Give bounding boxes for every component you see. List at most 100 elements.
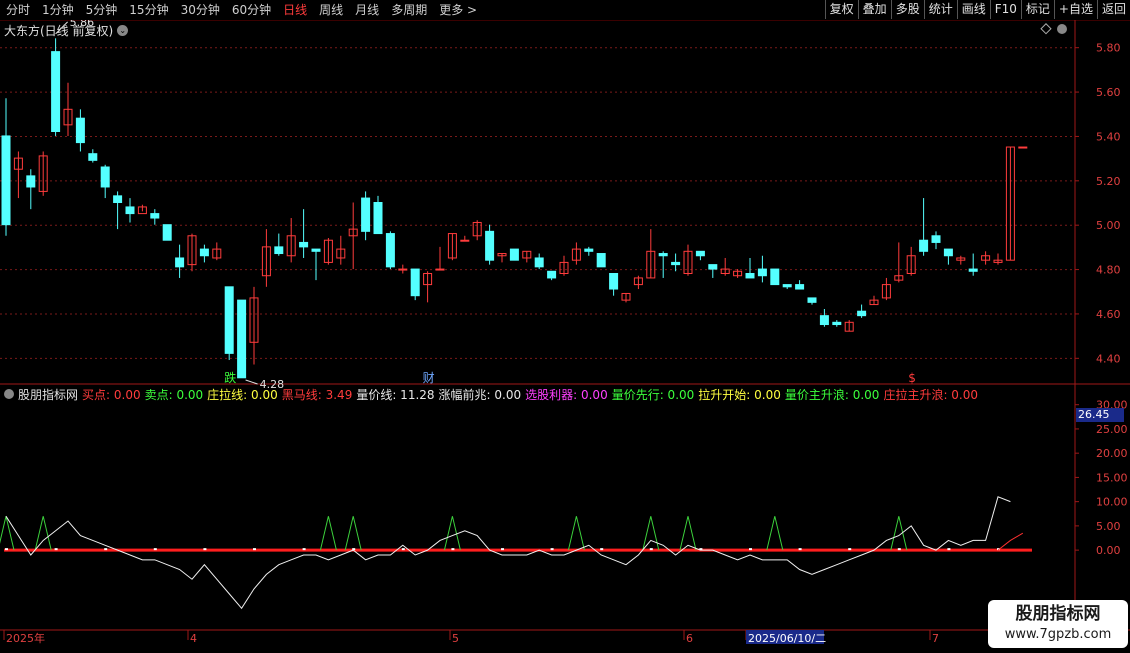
indicator-white-line bbox=[5, 496, 1011, 610]
toolbar-button-3[interactable]: 统计 bbox=[923, 0, 957, 19]
period-tab-4[interactable]: 30分钟 bbox=[175, 0, 226, 20]
candle-body-49 bbox=[609, 273, 619, 290]
green-spike-0 bbox=[0, 516, 15, 551]
candle-body-10 bbox=[125, 206, 135, 215]
high-price-label: 5.86 bbox=[70, 20, 95, 29]
period-tab-3[interactable]: 15分钟 bbox=[123, 0, 174, 20]
signal-marker-2: $ bbox=[908, 371, 916, 385]
toolbar-button-6[interactable]: 标记 bbox=[1020, 0, 1054, 19]
current-value-badge: 26.45 bbox=[1076, 408, 1124, 422]
green-spike-3 bbox=[344, 516, 362, 551]
y-tick-main-1: 5.60 bbox=[1096, 86, 1121, 99]
green-spike-6 bbox=[642, 516, 660, 551]
candle-body-24 bbox=[299, 241, 309, 248]
date-label-1: 4 bbox=[190, 632, 197, 645]
period-tab-9[interactable]: 多周期 bbox=[385, 0, 433, 20]
period-tab-6[interactable]: 日线 bbox=[277, 0, 313, 20]
toolbar-button-0[interactable]: 复权 bbox=[824, 0, 858, 19]
candle-body-37 bbox=[460, 239, 470, 242]
period-tab-8[interactable]: 月线 bbox=[349, 0, 385, 20]
candle-body-75 bbox=[931, 235, 941, 243]
toolbar-button-2[interactable]: 多股 bbox=[890, 0, 924, 19]
baseline-dot-16 bbox=[203, 548, 207, 551]
candle-body-19 bbox=[237, 299, 247, 379]
y-tick-ind-5: 5.00 bbox=[1096, 520, 1121, 533]
indicator-settings-icon[interactable] bbox=[4, 389, 14, 399]
baseline-dot-8 bbox=[104, 548, 108, 551]
baseline-dot-60 bbox=[749, 548, 752, 551]
baseline-dot-40 bbox=[501, 548, 504, 551]
candle-body-82 bbox=[1018, 146, 1028, 149]
candle-body-64 bbox=[795, 284, 805, 290]
candle-body-54 bbox=[671, 261, 681, 266]
candle-body-48 bbox=[596, 253, 606, 268]
y-tick-main-4: 5.00 bbox=[1096, 219, 1121, 232]
function-buttons: 复权 叠加 多股 统计 画线 F10 标记 +自选 返回 bbox=[824, 0, 1130, 20]
settings-circle-icon bbox=[1057, 24, 1067, 34]
candle-body-56 bbox=[695, 250, 705, 257]
indicator-item-10: 庄拉主升浪: 0.00 bbox=[883, 387, 979, 402]
indicator-item-3: 黑马线: 3.49 bbox=[281, 387, 353, 402]
baseline-dot-36 bbox=[451, 548, 455, 551]
baseline-dot-76 bbox=[947, 548, 951, 551]
indicator-item-6: 选股利器: 0.00 bbox=[525, 387, 608, 402]
candle-body-66 bbox=[819, 315, 829, 326]
baseline-dot-52 bbox=[649, 548, 653, 551]
candle-body-22 bbox=[274, 246, 284, 255]
indicator-item-9: 量价主升浪: 0.00 bbox=[784, 387, 880, 402]
candle-body-30 bbox=[373, 202, 383, 235]
toolbar-button-1[interactable]: 叠加 bbox=[857, 0, 891, 19]
candle-body-78 bbox=[968, 268, 978, 272]
toolbar-button-8[interactable]: 返回 bbox=[1096, 0, 1130, 19]
candle-body-74 bbox=[919, 239, 929, 252]
toolbar-button-7[interactable]: +自选 bbox=[1053, 0, 1097, 19]
indicator-legend: 股朋指标网 买点: 0.00 卖点: 0.00 庄拉线: 0.00 黑马线: 3.49… bbox=[4, 386, 982, 402]
chart-area[interactable]: 5.80 5.60 5.40 5.20 5.00 4.80 4.60 4.40 5.86 4.28… bbox=[0, 16, 1130, 653]
candle-body-44 bbox=[547, 270, 557, 279]
toolbar-button-4[interactable]: 画线 bbox=[956, 0, 990, 19]
period-tab-2[interactable]: 5分钟 bbox=[80, 0, 124, 20]
baseline-dot-68 bbox=[848, 548, 852, 551]
y-tick-ind-3: 15.00 bbox=[1096, 471, 1128, 484]
indicator-item-2: 庄拉线: 0.00 bbox=[207, 387, 278, 402]
period-tab-0[interactable]: 分时 bbox=[0, 0, 36, 20]
high-pointer bbox=[55, 21, 68, 35]
y-tick-ind-1: 25.00 bbox=[1096, 423, 1128, 436]
baseline-dot-24 bbox=[302, 548, 306, 551]
toolbar-button-5[interactable]: F10 bbox=[989, 0, 1021, 19]
green-spike-5 bbox=[567, 516, 585, 551]
green-spike-8 bbox=[766, 516, 784, 551]
baseline-dot-12 bbox=[153, 548, 157, 551]
y-tick-main-2: 5.40 bbox=[1096, 130, 1121, 143]
candle-body-39 bbox=[485, 230, 495, 261]
period-tab-5[interactable]: 60分钟 bbox=[226, 0, 277, 20]
y-tick-main-3: 5.20 bbox=[1096, 175, 1121, 188]
candle-body-9 bbox=[113, 195, 123, 203]
candle-body-7 bbox=[88, 153, 98, 161]
y-tick-main-6: 4.60 bbox=[1096, 308, 1121, 321]
y-tick-ind-6: 0.00 bbox=[1096, 544, 1121, 557]
indicator-item-1: 卖点: 0.00 bbox=[144, 387, 204, 402]
indicator-name[interactable]: 股朋指标网 bbox=[18, 386, 78, 403]
signal-marker-0: 跌 bbox=[224, 370, 236, 385]
period-tab-1[interactable]: 1分钟 bbox=[36, 0, 80, 20]
candle-body-57 bbox=[708, 264, 718, 270]
diamond-icon bbox=[1040, 23, 1052, 35]
chart-svg[interactable]: 5.805.605.405.205.004.804.604.405.864.28… bbox=[0, 16, 1130, 650]
candle-body-29 bbox=[361, 197, 371, 232]
baseline-dot-32 bbox=[401, 548, 405, 551]
date-label-5: 7 bbox=[932, 632, 939, 645]
period-tabs: 分时 1分钟 5分钟 15分钟 30分钟 60分钟 日线 周线 月线 多周期 更多 > bbox=[0, 0, 483, 20]
candle-body-33 bbox=[410, 268, 420, 297]
y-tick-ind-4: 10.00 bbox=[1096, 496, 1128, 509]
candle-body-6 bbox=[75, 117, 85, 144]
period-tab-10[interactable]: 更多 > bbox=[433, 0, 483, 20]
indicator-item-0: 买点: 0.00 bbox=[82, 387, 141, 402]
period-tab-7[interactable]: 周线 bbox=[313, 0, 349, 20]
baseline-dot-48 bbox=[600, 548, 604, 551]
indicator-item-4: 量价线: 11.28 bbox=[356, 387, 435, 402]
candle-body-62 bbox=[770, 268, 780, 286]
candle-body-61 bbox=[757, 268, 767, 277]
baseline-dot-20 bbox=[253, 548, 256, 551]
indicator-item-7: 量价先行: 0.00 bbox=[611, 387, 695, 402]
